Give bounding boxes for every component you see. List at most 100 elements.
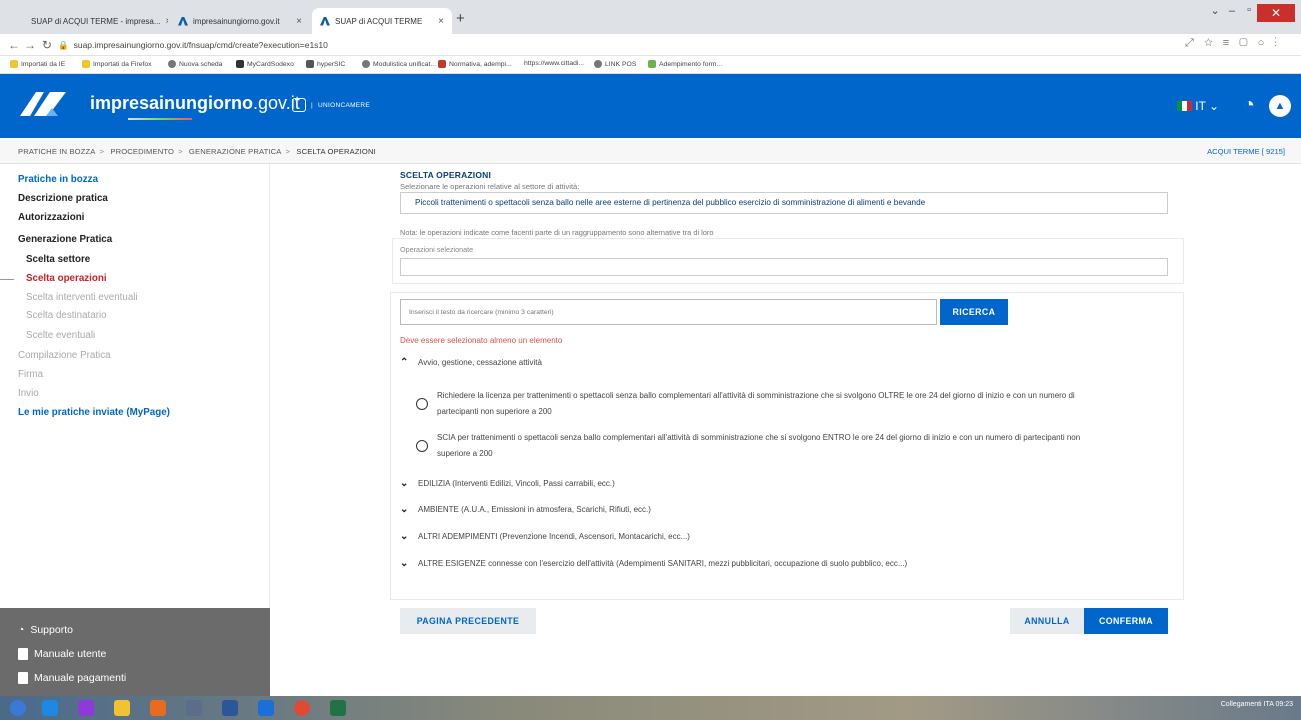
app-icon[interactable] <box>222 700 238 716</box>
document-icon <box>18 672 28 684</box>
breadcrumb-item[interactable]: PROCEDIMENTO <box>110 147 174 156</box>
sidebar-item-scelta-interventi: Scelta interventi eventuali <box>26 292 138 303</box>
bookmark-icon <box>306 60 314 68</box>
sidebar-item-autorizzazioni[interactable]: Autorizzazioni <box>18 212 84 223</box>
tab-close-icon[interactable]: × <box>166 16 168 27</box>
sidebar-item-pratiche-in-bozza[interactable]: Pratiche in bozza <box>18 174 98 185</box>
bookmark-item[interactable]: hyperSIC <box>306 60 345 68</box>
forward-icon[interactable]: → <box>24 38 36 52</box>
bookmark-item[interactable]: Modulistica unificat... <box>362 60 436 68</box>
sidebar-item-scelta-destinatario: Scelta destinatario <box>26 310 107 321</box>
search-button[interactable]: RICERCA <box>940 299 1008 325</box>
app-icon[interactable] <box>186 700 202 716</box>
globe-icon <box>168 60 176 68</box>
reload-icon[interactable]: ↻ <box>42 38 52 52</box>
selected-operations-field <box>400 258 1168 276</box>
app-icon[interactable] <box>78 700 94 716</box>
chevron-down-icon: ⌄ <box>400 531 409 542</box>
chevron-down-icon: ⌄ <box>400 504 409 515</box>
section-avvio-gestione[interactable]: ⌃ Avvio, gestione, cessazione attività <box>400 357 542 368</box>
section-ambiente[interactable]: ⌄ AMBIENTE (A.U.A., Emissioni in atmosfe… <box>400 504 651 515</box>
edge-icon[interactable] <box>42 700 58 716</box>
sidebar-item-mypage[interactable]: Le mie pratiche inviate (MyPage) <box>18 407 170 418</box>
sidebar-item-invio: Invio <box>18 388 39 399</box>
cancel-button[interactable]: ANNULLA <box>1010 608 1084 634</box>
browser-tab[interactable]: SUAP di ACQUI TERME - impresa... × <box>18 8 168 34</box>
bookmark-item[interactable]: LINK POS <box>594 60 636 68</box>
support-icon[interactable]: ◔ <box>1243 94 1255 117</box>
back-icon[interactable]: ← <box>8 38 20 52</box>
chrome-icon[interactable] <box>294 700 310 716</box>
sidebar-item-scelta-settore[interactable]: Scelta settore <box>26 254 90 265</box>
folder-icon[interactable] <box>114 700 130 716</box>
start-icon[interactable] <box>10 700 26 716</box>
search-input[interactable] <box>400 299 937 325</box>
operation-option[interactable]: SCIA per trattenimenti o spettacoli senz… <box>416 430 1106 462</box>
section-altre-esigenze[interactable]: ⌄ ALTRE ESIGENZE connesse con l'esercizi… <box>400 558 907 569</box>
tab-close-icon[interactable]: × <box>296 16 302 27</box>
star-icon <box>236 60 244 68</box>
brand-name[interactable]: impresainungiorno.gov.it <box>90 93 300 114</box>
browser-toolbar-icons[interactable]: ⤢☆≡▢○⋮ <box>1185 37 1287 50</box>
tab-close-icon[interactable]: × <box>438 16 444 27</box>
app-icon[interactable] <box>150 700 166 716</box>
sidebar-item-descrizione-pratica[interactable]: Descrizione pratica <box>18 193 108 204</box>
bookmark-item[interactable]: Normativa, adempi... <box>438 60 512 68</box>
os-taskbar: Collegamenti ITA 09:23 <box>0 696 1301 720</box>
radio-button[interactable] <box>416 440 428 452</box>
language-selector[interactable]: IT ⌄ <box>1177 99 1219 113</box>
page-subtitle: Selezionare le operazioni relative al se… <box>400 182 580 191</box>
support-link[interactable]: ◔ Supporto <box>18 624 73 636</box>
site-favicon-icon <box>320 16 330 26</box>
url-field[interactable]: 🔒 suap.impresainungiorno.gov.it/fnsuap/c… <box>58 36 1238 54</box>
chevron-down-icon: ⌄ <box>400 558 409 569</box>
user-avatar-icon[interactable]: ▲ <box>1269 95 1291 117</box>
bookmark-item[interactable]: Importati da IE <box>10 60 65 68</box>
globe-icon <box>362 60 370 68</box>
bookmark-icon <box>438 60 446 68</box>
bookmarks-bar: Importati da IE Importati da Firefox Nuo… <box>0 56 1301 74</box>
selected-operations-label: Operazioni selezionate <box>400 245 474 254</box>
breadcrumb-item[interactable]: PRATICHE IN BOZZA <box>18 147 96 156</box>
window-close-icon[interactable]: ✕ <box>1257 4 1295 22</box>
sidebar-footer: ◔ Supporto Manuale utente Manuale pagamen… <box>0 608 270 696</box>
lock-icon: 🔒 <box>58 40 69 50</box>
site-header: impresainungiorno.gov.it | UNIONCAMERE I… <box>0 74 1301 138</box>
page-title: SCELTA OPERAZIONI <box>400 170 492 180</box>
chevron-down-icon: ⌄ <box>1208 99 1219 113</box>
excel-icon[interactable] <box>330 700 346 716</box>
browser-tab-active[interactable]: SUAP di ACQUI TERME × <box>312 8 452 34</box>
active-indicator-line <box>0 279 14 280</box>
radio-button[interactable] <box>416 398 428 410</box>
breadcrumb-item[interactable]: GENERAZIONE PRATICA <box>189 147 282 156</box>
minimize-icon[interactable]: ⌄ – <box>1210 4 1235 17</box>
bookmark-item[interactable]: Adempimento form... <box>648 60 722 68</box>
section-altri-adempimenti[interactable]: ⌄ ALTRI ADEMPIMENTI (Prevenzione Incendi… <box>400 531 690 542</box>
operation-option[interactable]: Richiedere la licenza per trattenimenti … <box>416 388 1106 420</box>
app-icon[interactable] <box>258 700 274 716</box>
note-text: Nota: le operazioni indicate come facent… <box>400 228 714 237</box>
confirm-button[interactable]: CONFERMA <box>1084 608 1168 634</box>
sidebar-item-scelta-operazioni[interactable]: Scelta operazioni <box>26 273 107 284</box>
unioncamere-icon <box>292 98 306 112</box>
system-tray[interactable]: Collegamenti ITA 09:23 <box>1221 701 1293 708</box>
browser-tab[interactable]: impresainungiorno.gov.it × <box>170 8 310 34</box>
previous-page-button[interactable]: PAGINA PRECEDENTE <box>400 608 536 634</box>
browser-tab-bar: SUAP di ACQUI TERME - impresa... × impre… <box>0 0 1301 34</box>
maximize-icon[interactable]: ▫ <box>1247 4 1251 16</box>
bookmark-item[interactable]: Nuova scheda <box>168 60 222 68</box>
bookmark-item[interactable]: MyCardSodexo <box>236 60 294 68</box>
bookmark-item[interactable]: Importati da Firefox <box>82 60 152 68</box>
globe-icon <box>594 60 602 68</box>
user-manual-link[interactable]: Manuale utente <box>18 648 106 660</box>
payments-manual-link[interactable]: Manuale pagamenti <box>18 672 126 684</box>
section-edilizia[interactable]: ⌄ EDILIZIA (Interventi Edilizi, Vincoli,… <box>400 478 615 489</box>
new-tab-icon[interactable]: + <box>456 10 465 27</box>
breadcrumb-bar: PRATICHE IN BOZZA > PROCEDIMENTO > GENERAZ… <box>0 138 1301 164</box>
site-favicon-icon <box>178 16 188 26</box>
selected-sector-box: Piccoli trattenimenti o spettacoli senza… <box>400 192 1168 214</box>
bookmark-item[interactable]: https://www.cittadi... <box>524 60 584 67</box>
impresainungiorno-logo-icon[interactable] <box>18 88 70 118</box>
sidebar-item-generazione-pratica[interactable]: Generazione Pratica <box>18 234 112 245</box>
brand-underline <box>128 118 192 120</box>
